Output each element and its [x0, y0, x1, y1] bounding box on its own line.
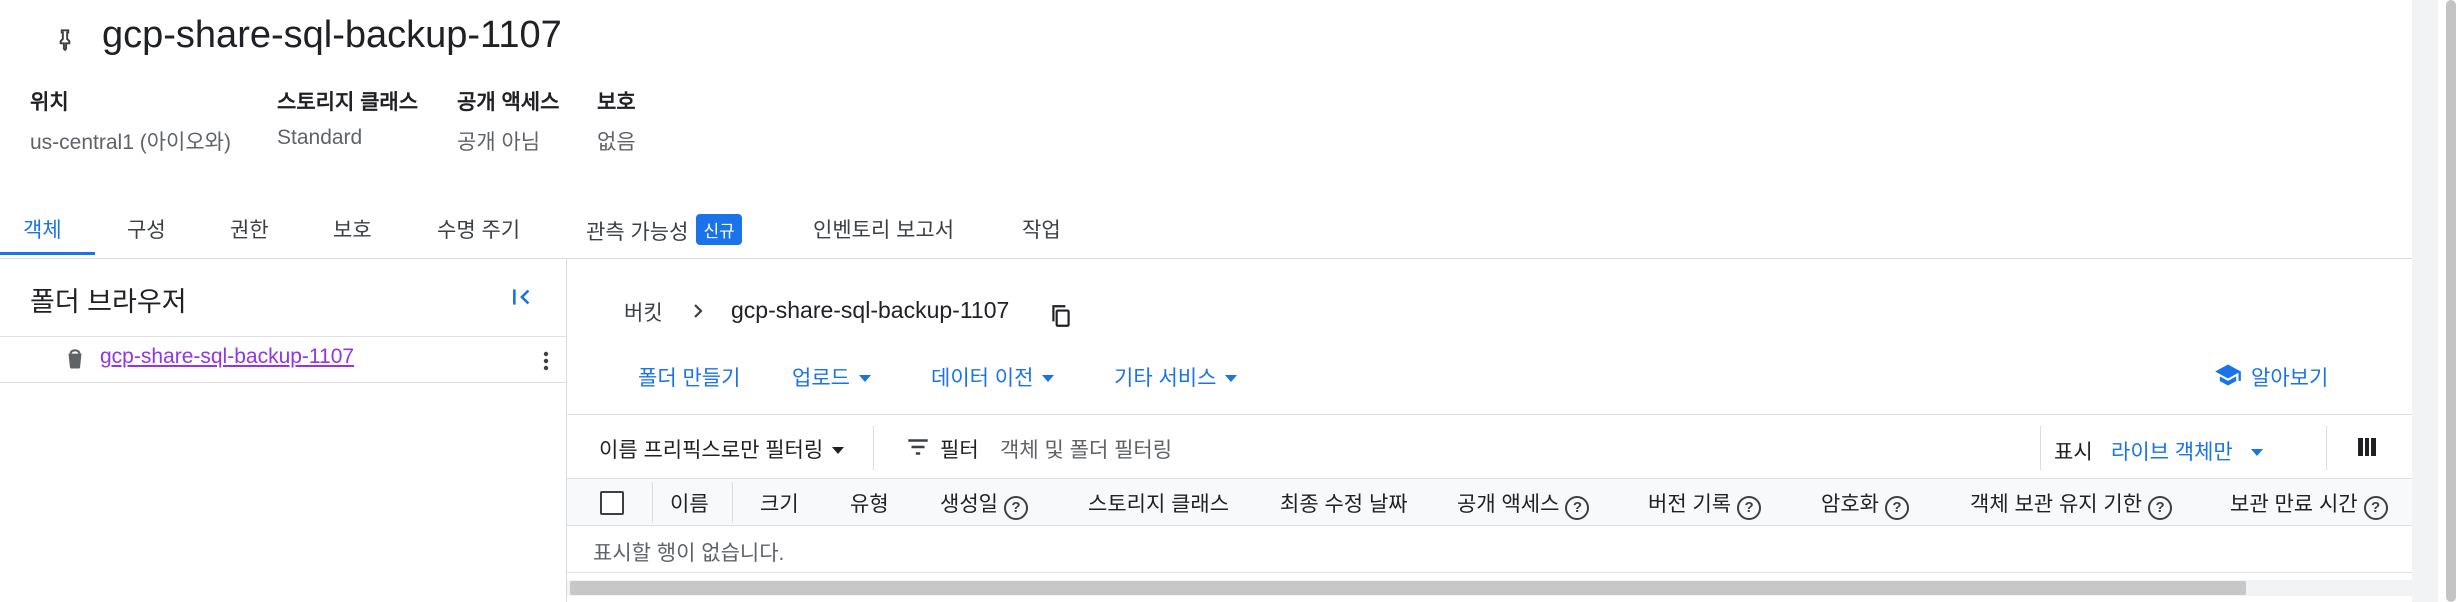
created-label: 생성일	[940, 493, 998, 516]
school-icon[interactable]	[2213, 361, 2243, 389]
meta-label-protection: 보호	[597, 91, 636, 114]
help-icon[interactable]: ?	[2363, 496, 2388, 520]
encryption-label: 암호화	[1821, 493, 1879, 516]
tab-observability-label: 관측 가능성	[586, 221, 689, 244]
more-vert-icon[interactable]	[534, 348, 558, 374]
upload-button[interactable]: 업로드	[792, 362, 871, 392]
column-header-retention-until[interactable]: 객체 보관 유지 기한?	[1970, 488, 2173, 520]
tab-lifecycle[interactable]: 수명 주기	[437, 214, 520, 244]
show-label: 표시	[2054, 441, 2093, 464]
meta-value-storage-class: Standard	[277, 126, 363, 149]
panel-divider	[0, 382, 566, 383]
bucket-icon	[68, 349, 82, 369]
filter-input[interactable]: 객체 및 폴더 필터링	[1000, 434, 2000, 464]
help-icon[interactable]: ?	[2148, 496, 2173, 520]
empty-table-message: 표시할 행이 없습니다.	[593, 542, 785, 565]
meta-value-public-access: 공개 아님	[457, 131, 541, 154]
column-header-type[interactable]: 유형	[850, 488, 889, 518]
dropdown-caret-icon	[1042, 375, 1055, 382]
tab-protection[interactable]: 보호	[333, 214, 372, 244]
folder-browser-panel: 폴더 브라우저 gcp-share-sql-backup-1107	[0, 258, 567, 602]
meta-label-location: 위치	[30, 91, 69, 114]
tab-bar: 객체 구성 권한 보호 수명 주기 관측 가능성 신규 인벤토리 보고서 작업	[0, 196, 2412, 259]
show-value: 라이브 객체만	[2111, 441, 2233, 464]
column-header-version-history[interactable]: 버전 기록?	[1648, 488, 1762, 520]
tab-observability[interactable]: 관측 가능성 신규	[586, 214, 742, 246]
vertical-divider	[873, 426, 874, 470]
active-tab-indicator	[0, 252, 95, 255]
copy-icon[interactable]	[1048, 302, 1074, 330]
column-divider	[652, 482, 653, 522]
help-icon[interactable]: ?	[1565, 496, 1590, 520]
table-bottom-divider	[567, 572, 2412, 573]
upload-label: 업로드	[792, 367, 850, 390]
tab-objects[interactable]: 객체	[23, 214, 62, 244]
prefix-filter-dropdown[interactable]: 이름 프리픽스로만 필터링	[599, 434, 845, 464]
transfer-data-button[interactable]: 데이터 이전	[931, 362, 1055, 392]
vertical-divider	[2326, 426, 2327, 470]
tab-operations[interactable]: 작업	[1022, 214, 1061, 244]
dropdown-caret-icon	[1225, 375, 1238, 382]
panel-divider	[0, 336, 566, 337]
meta-value-protection: 없음	[597, 131, 636, 154]
tab-configuration[interactable]: 구성	[127, 214, 166, 244]
filter-icon[interactable]	[905, 434, 931, 460]
new-badge: 신규	[696, 214, 742, 245]
vertical-scrollbar[interactable]	[2412, 0, 2438, 602]
column-header-name[interactable]: 이름	[670, 488, 709, 518]
create-folder-button[interactable]: 폴더 만들기	[638, 362, 740, 392]
meta-label-storage-class: 스토리지 클래스	[277, 91, 419, 114]
tab-permissions[interactable]: 권한	[230, 214, 269, 244]
page-title: gcp-share-sql-backup-1107	[102, 14, 562, 56]
filter-label: 필터	[940, 439, 979, 462]
column-header-encryption[interactable]: 암호화?	[1821, 488, 1909, 520]
transfer-label: 데이터 이전	[931, 367, 1034, 390]
column-header-public-access[interactable]: 공개 액세스?	[1457, 488, 1590, 520]
public-access-label: 공개 액세스	[1457, 493, 1560, 516]
meta-value-location: us-central1 (아이오와)	[30, 131, 231, 154]
help-icon[interactable]: ?	[1003, 496, 1028, 520]
breadcrumb-current: gcp-share-sql-backup-1107	[731, 297, 1010, 323]
help-icon[interactable]: ?	[1884, 496, 1909, 520]
other-services-label: 기타 서비스	[1114, 367, 1217, 390]
table-header-divider	[567, 525, 2412, 526]
show-live-objects-dropdown[interactable]: 라이브 객체만	[2111, 436, 2263, 466]
folder-tree-bucket-link[interactable]: gcp-share-sql-backup-1107	[100, 345, 354, 369]
column-header-size[interactable]: 크기	[760, 488, 799, 518]
collapse-panel-icon[interactable]	[510, 284, 536, 310]
folder-browser-title: 폴더 브라우저	[30, 287, 187, 317]
meta-label-public-access: 공개 액세스	[457, 91, 560, 114]
column-header-last-modified[interactable]: 최종 수정 날짜	[1280, 488, 1408, 518]
vertical-divider	[2040, 426, 2041, 470]
breadcrumb-root[interactable]: 버킷	[624, 297, 663, 327]
retention-expiry-label: 보관 만료 시간	[2230, 493, 2358, 516]
column-header-storage-class[interactable]: 스토리지 클래스	[1088, 488, 1229, 518]
retention-until-label: 객체 보관 유지 기한	[1970, 493, 2143, 516]
horizontal-scrollbar-thumb[interactable]	[570, 581, 2246, 595]
vertical-scrollbar-thumb[interactable]	[2446, 0, 2456, 602]
select-all-checkbox[interactable]	[600, 491, 624, 515]
pin-icon[interactable]	[52, 24, 78, 54]
column-divider	[732, 482, 733, 522]
dropdown-caret-icon	[2250, 449, 2263, 456]
help-icon[interactable]: ?	[1737, 496, 1762, 520]
toolbar-divider	[567, 414, 2412, 415]
dropdown-caret-icon	[858, 375, 871, 382]
column-display-icon[interactable]	[2355, 434, 2379, 460]
chevron-right-icon	[694, 304, 703, 318]
prefix-filter-label: 이름 프리픽스로만 필터링	[599, 439, 824, 462]
column-header-created[interactable]: 생성일?	[940, 488, 1028, 520]
tab-inventory-reports[interactable]: 인벤토리 보고서	[813, 214, 954, 244]
version-history-label: 버전 기록	[1648, 493, 1732, 516]
dropdown-caret-icon	[832, 447, 845, 454]
column-header-retention-expiry[interactable]: 보관 만료 시간?	[2230, 488, 2388, 520]
other-services-button[interactable]: 기타 서비스	[1114, 362, 1238, 392]
learn-button[interactable]: 알아보기	[2251, 362, 2328, 392]
